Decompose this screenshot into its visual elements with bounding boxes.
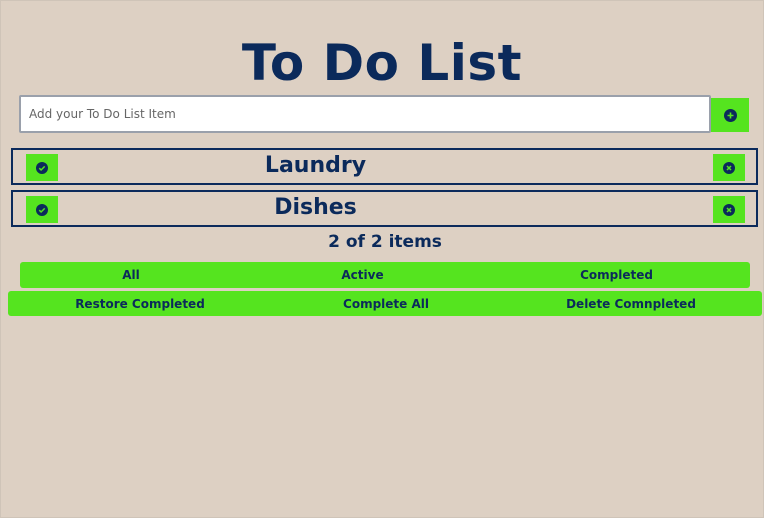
- action-bar: Restore Completed Complete All Delete Co…: [8, 291, 762, 316]
- filter-all-button[interactable]: All: [20, 262, 242, 288]
- delete-button[interactable]: [713, 154, 745, 181]
- delete-completed-button[interactable]: Delete Comnpleted: [500, 291, 762, 316]
- item-label: Laundry: [264, 153, 367, 178]
- plus-circle-icon: [723, 108, 737, 122]
- add-item-button[interactable]: [711, 98, 749, 132]
- delete-button[interactable]: [713, 196, 745, 223]
- todo-input[interactable]: [21, 97, 709, 131]
- item-label: Dishes: [274, 195, 357, 220]
- list-item: Dishes: [11, 190, 758, 227]
- filter-bar: All Active Completed: [20, 262, 750, 288]
- item-count: 2 of 2 items: [328, 232, 442, 252]
- x-circle-icon: [723, 161, 735, 174]
- todo-input-wrapper: [19, 95, 711, 133]
- filter-active-button[interactable]: Active: [242, 262, 483, 288]
- restore-completed-button[interactable]: Restore Completed: [8, 291, 272, 316]
- complete-all-button[interactable]: Complete All: [272, 291, 500, 316]
- page-title: To Do List: [241, 34, 523, 92]
- list-item: Laundry: [11, 148, 758, 185]
- x-circle-icon: [723, 203, 735, 216]
- filter-completed-button[interactable]: Completed: [483, 262, 750, 288]
